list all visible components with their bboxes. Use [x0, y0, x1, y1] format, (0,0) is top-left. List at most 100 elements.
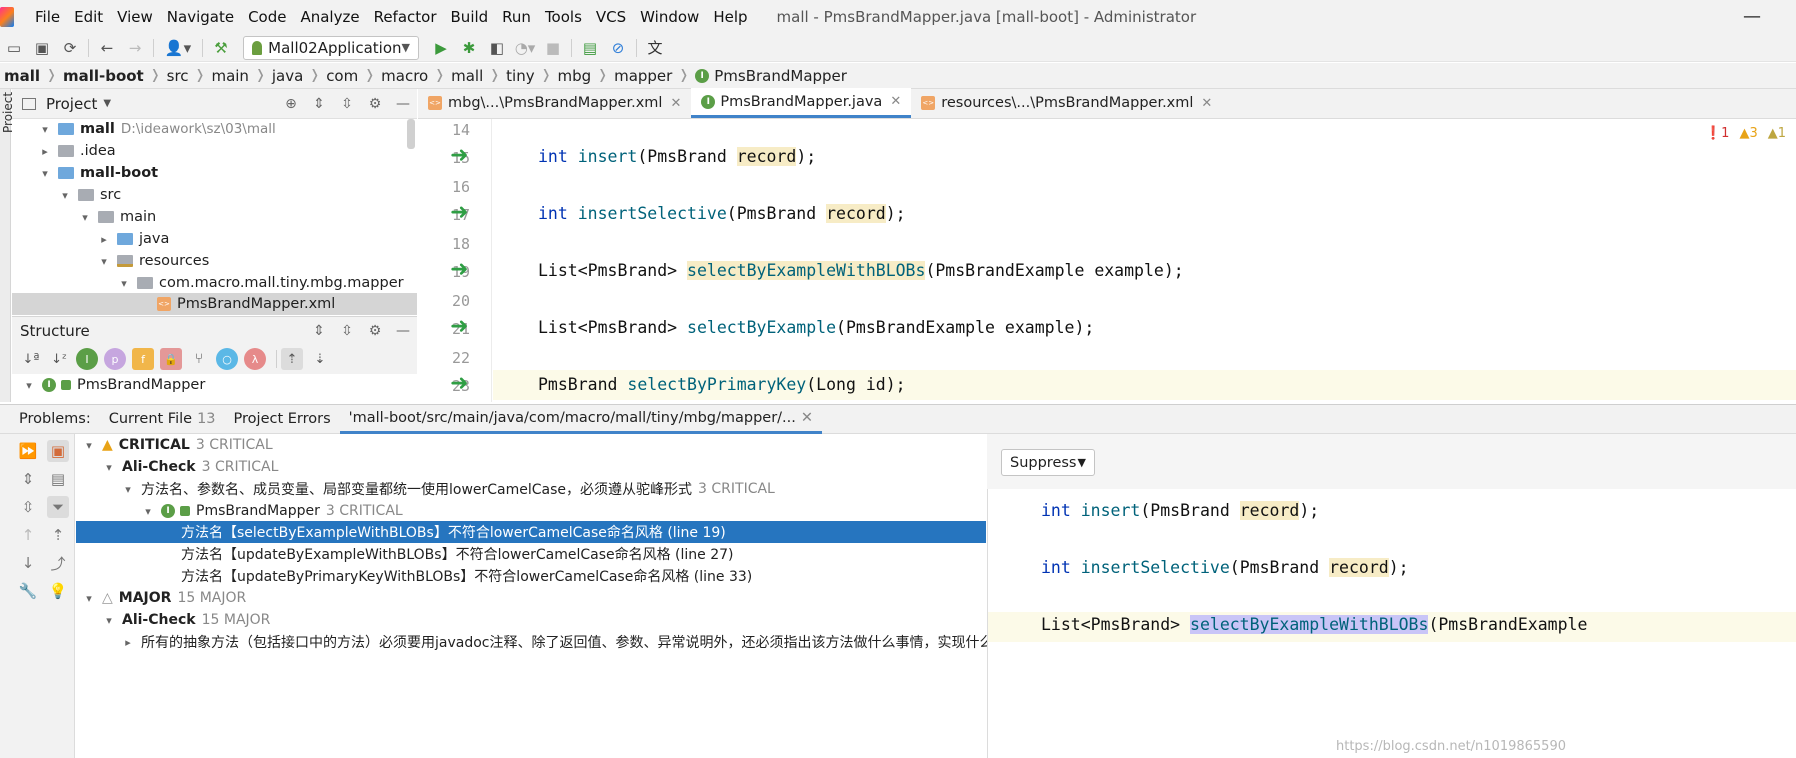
tree-item-java[interactable]: ▸ java	[97, 228, 169, 250]
rerun-icon[interactable]: ⏩	[17, 440, 39, 462]
implemented-in-xml-icon[interactable]: ➜	[450, 257, 468, 282]
chevron-down-icon[interactable]: ▼	[103, 98, 111, 109]
implemented-in-xml-icon[interactable]: ➜	[450, 200, 468, 225]
autoscroll-icon[interactable]: ⇡	[47, 524, 69, 546]
crumb-mall[interactable]: mall	[0, 67, 44, 85]
menu-window[interactable]: Window	[633, 8, 706, 26]
crumb-tiny[interactable]: tiny	[502, 67, 538, 85]
suppress-dropdown[interactable]: Suppress ▼	[1001, 449, 1095, 476]
problem-group-critical[interactable]: ▾ ▲ CRITICAL 3 CRITICAL	[82, 434, 272, 456]
crumb-src[interactable]: src	[163, 67, 193, 85]
show-inherited-icon[interactable]: I	[76, 348, 98, 370]
chevron-down-icon[interactable]: ▾	[102, 461, 116, 474]
menu-run[interactable]: Run	[495, 8, 538, 26]
autoscroll-from-source-icon[interactable]: ⇣	[309, 348, 331, 370]
hide-panel-icon[interactable]: —	[389, 323, 417, 339]
problem-group-ali-check[interactable]: ▾ Ali-Check 15 MAJOR	[102, 609, 270, 631]
translate-icon[interactable]: 文	[641, 36, 669, 60]
save-icon[interactable]: ▣	[28, 36, 56, 60]
crumb-pmsbrandmapper[interactable]: I PmsBrandMapper	[691, 67, 851, 85]
problem-group-major[interactable]: ▾ △ MAJOR 15 MAJOR	[82, 587, 246, 609]
expand-all-icon[interactable]: ⇕	[305, 96, 333, 112]
crumb-java[interactable]: java	[268, 67, 307, 85]
scrollbar-thumb[interactable]	[407, 119, 415, 149]
menu-file[interactable]: File	[28, 8, 67, 26]
problem-item[interactable]: 方法名【updateByPrimaryKeyWithBLOBs】不符合lower…	[181, 565, 752, 587]
problem-file[interactable]: ▾ I PmsBrandMapper 3 CRITICAL	[141, 500, 402, 522]
menu-view[interactable]: View	[110, 8, 160, 26]
project-panel-title[interactable]: Project	[46, 95, 97, 113]
tree-item-resources[interactable]: ▾ resources	[97, 250, 209, 272]
problem-item[interactable]: 方法名【updateByExampleWithBLOBs】不符合lowerCam…	[181, 543, 734, 565]
implemented-in-xml-icon[interactable]: ➜	[450, 371, 468, 396]
minimize-icon[interactable]: —	[1743, 6, 1761, 27]
power-save-icon[interactable]: ⊘	[604, 36, 632, 60]
coverage-icon[interactable]: ◧	[483, 36, 511, 60]
lightbulb-icon[interactable]: 💡	[47, 580, 69, 602]
chevron-down-icon[interactable]: ▾	[121, 483, 135, 496]
chevron-right-icon[interactable]: ▸	[38, 145, 52, 158]
chevron-down-icon[interactable]: ▾	[58, 189, 72, 202]
sync-icon[interactable]: ⟳	[56, 36, 84, 60]
crumb-macro[interactable]: macro	[377, 67, 432, 85]
gear-icon[interactable]: ⚙	[361, 323, 389, 339]
tree-item-mapper-package[interactable]: ▾ com.macro.mall.tiny.mbg.mapper	[117, 272, 403, 294]
crumb-mbg[interactable]: mbg	[554, 67, 596, 85]
tree-item-src[interactable]: ▾ src	[58, 184, 121, 206]
problem-rule[interactable]: ▾ 方法名、参数名、成员变量、局部变量都统一使用lowerCamelCase，必…	[121, 478, 775, 500]
stop-icon[interactable]: ■	[539, 36, 567, 60]
gear-icon[interactable]: ⚙	[361, 96, 389, 112]
chevron-down-icon[interactable]: ▾	[97, 255, 111, 268]
chevron-right-icon[interactable]: ▸	[97, 233, 111, 246]
user-icon[interactable]: 👤▾	[158, 36, 198, 60]
menu-code[interactable]: Code	[241, 8, 293, 26]
crumb-main[interactable]: main	[207, 67, 252, 85]
expand-all-icon[interactable]: ⇕	[17, 468, 39, 490]
export-icon[interactable]: ⤴	[47, 552, 69, 574]
tree-item-idea[interactable]: ▸ .idea	[38, 140, 115, 162]
tree-item-mall[interactable]: ▾ mall D:\ideawork\sz\03\mall	[38, 118, 276, 140]
run-config-select[interactable]: Mall02Application ▼	[243, 35, 419, 60]
hide-panel-icon[interactable]: —	[389, 96, 417, 112]
run-icon[interactable]: ▶	[427, 36, 455, 60]
menu-analyze[interactable]: Analyze	[293, 8, 366, 26]
build-hammer-icon[interactable]: ⚒	[207, 36, 235, 60]
inspection-widget[interactable]: ❗1 ▲3 ▲1	[1705, 126, 1786, 141]
profile-icon[interactable]: ◔▾	[511, 36, 539, 60]
implemented-in-xml-icon[interactable]: ➜	[450, 143, 468, 168]
previous-icon[interactable]: ↑	[17, 524, 39, 546]
chevron-down-icon[interactable]: ▾	[102, 614, 116, 627]
close-icon[interactable]: ✕	[890, 94, 901, 109]
chevron-right-icon[interactable]: ▸	[121, 636, 135, 649]
open-folder-icon[interactable]: ▭	[0, 36, 28, 60]
close-icon[interactable]: ✕	[670, 96, 681, 111]
chevron-down-icon[interactable]: ▾	[141, 505, 155, 518]
chevron-down-icon[interactable]: ▾	[38, 123, 52, 136]
debug-icon[interactable]: ✱	[455, 36, 483, 60]
crumb-mall-boot[interactable]: mall-boot	[59, 67, 148, 85]
tree-item-pmsbrandmapper-xml[interactable]: <> PmsBrandMapper.xml	[157, 293, 335, 315]
structure-root-item[interactable]: ▾ I PmsBrandMapper	[22, 374, 205, 396]
sort-alpha-icon[interactable]: ↓ª	[20, 348, 42, 370]
collapse-all-icon[interactable]: ⇳	[17, 496, 39, 518]
implemented-in-xml-icon[interactable]: ➜	[450, 314, 468, 339]
show-lambdas-icon[interactable]: ⑂	[188, 348, 210, 370]
chevron-down-icon[interactable]: ▾	[22, 379, 36, 392]
chevron-down-icon[interactable]: ▾	[38, 167, 52, 180]
menu-tools[interactable]: Tools	[538, 8, 589, 26]
filter-icon[interactable]: ⏷	[47, 496, 69, 518]
menu-build[interactable]: Build	[444, 8, 496, 26]
autoscroll-to-source-icon[interactable]: ⇡	[281, 348, 303, 370]
group-by-icon[interactable]: ▤	[47, 468, 69, 490]
menu-refactor[interactable]: Refactor	[367, 8, 444, 26]
show-non-public-icon[interactable]: 🔒	[160, 348, 182, 370]
chevron-down-icon[interactable]: ▾	[117, 277, 131, 290]
next-icon[interactable]: ↓	[17, 552, 39, 574]
collapse-all-icon[interactable]: ⇳	[333, 323, 361, 339]
tab-current-file[interactable]: Current File 13	[100, 404, 225, 434]
problem-group-ali-check[interactable]: ▾ Ali-Check 3 CRITICAL	[102, 456, 278, 478]
chevron-down-icon[interactable]: ▾	[78, 211, 92, 224]
expand-all-icon[interactable]: ⇕	[305, 323, 333, 339]
forward-icon[interactable]: →	[121, 36, 149, 60]
tab-mbg-mapper-xml[interactable]: <> mbg\...\PmsBrandMapper.xml ✕	[418, 88, 691, 118]
